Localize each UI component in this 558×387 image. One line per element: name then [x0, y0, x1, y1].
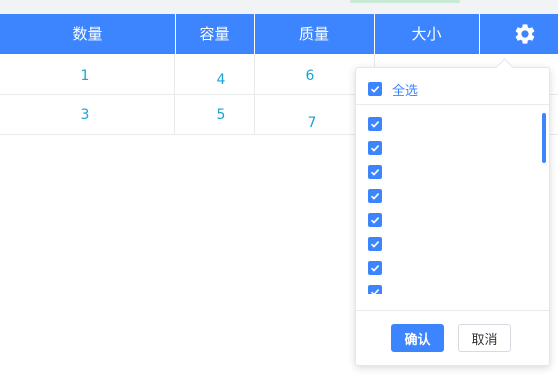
table-cell: 3 — [80, 107, 90, 123]
checkbox-checked-icon[interactable] — [368, 285, 382, 294]
divider — [356, 310, 549, 311]
column-option[interactable] — [368, 189, 528, 203]
column-option[interactable] — [368, 117, 528, 131]
list-scrollbar[interactable] — [542, 113, 546, 163]
table-cell: 5 — [216, 107, 226, 123]
table-cell: 7 — [307, 115, 317, 131]
select-all-checkbox[interactable]: 全选 — [368, 80, 418, 99]
column-settings-button[interactable] — [507, 20, 543, 48]
column-option-list — [356, 105, 549, 294]
column-filter-popover: 全选 确认 取消 — [355, 58, 550, 366]
checkbox-checked-icon[interactable] — [368, 117, 382, 131]
select-all-label[interactable]: 全选 — [392, 80, 418, 99]
top-highlight — [350, 0, 460, 3]
top-strip — [0, 0, 558, 14]
gear-icon — [515, 24, 535, 44]
column-option[interactable] — [368, 237, 528, 251]
table-header: 数量 容量 质量 大小 — [0, 14, 558, 54]
confirm-button[interactable]: 确认 — [391, 324, 444, 352]
column-option[interactable] — [368, 165, 528, 179]
checkbox-checked-icon[interactable] — [368, 189, 382, 203]
checkbox-checked-icon[interactable] — [368, 82, 382, 96]
checkbox-checked-icon[interactable] — [368, 165, 382, 179]
column-header-capacity[interactable]: 容量 — [175, 14, 255, 54]
column-header-size[interactable]: 大小 — [374, 14, 480, 54]
table-cell: 1 — [80, 68, 90, 84]
table-cell: 6 — [305, 68, 315, 84]
cancel-button[interactable]: 取消 — [458, 324, 511, 352]
column-option[interactable] — [368, 213, 528, 227]
table-cell: 4 — [216, 72, 226, 88]
checkbox-checked-icon[interactable] — [368, 141, 382, 155]
checkbox-checked-icon[interactable] — [368, 237, 382, 251]
column-option[interactable] — [368, 141, 528, 155]
column-option[interactable] — [368, 285, 528, 294]
column-header-quantity[interactable]: 数量 — [0, 14, 176, 54]
column-option[interactable] — [368, 261, 528, 275]
column-header-mass[interactable]: 质量 — [254, 14, 375, 54]
checkbox-checked-icon[interactable] — [368, 213, 382, 227]
checkbox-checked-icon[interactable] — [368, 261, 382, 275]
